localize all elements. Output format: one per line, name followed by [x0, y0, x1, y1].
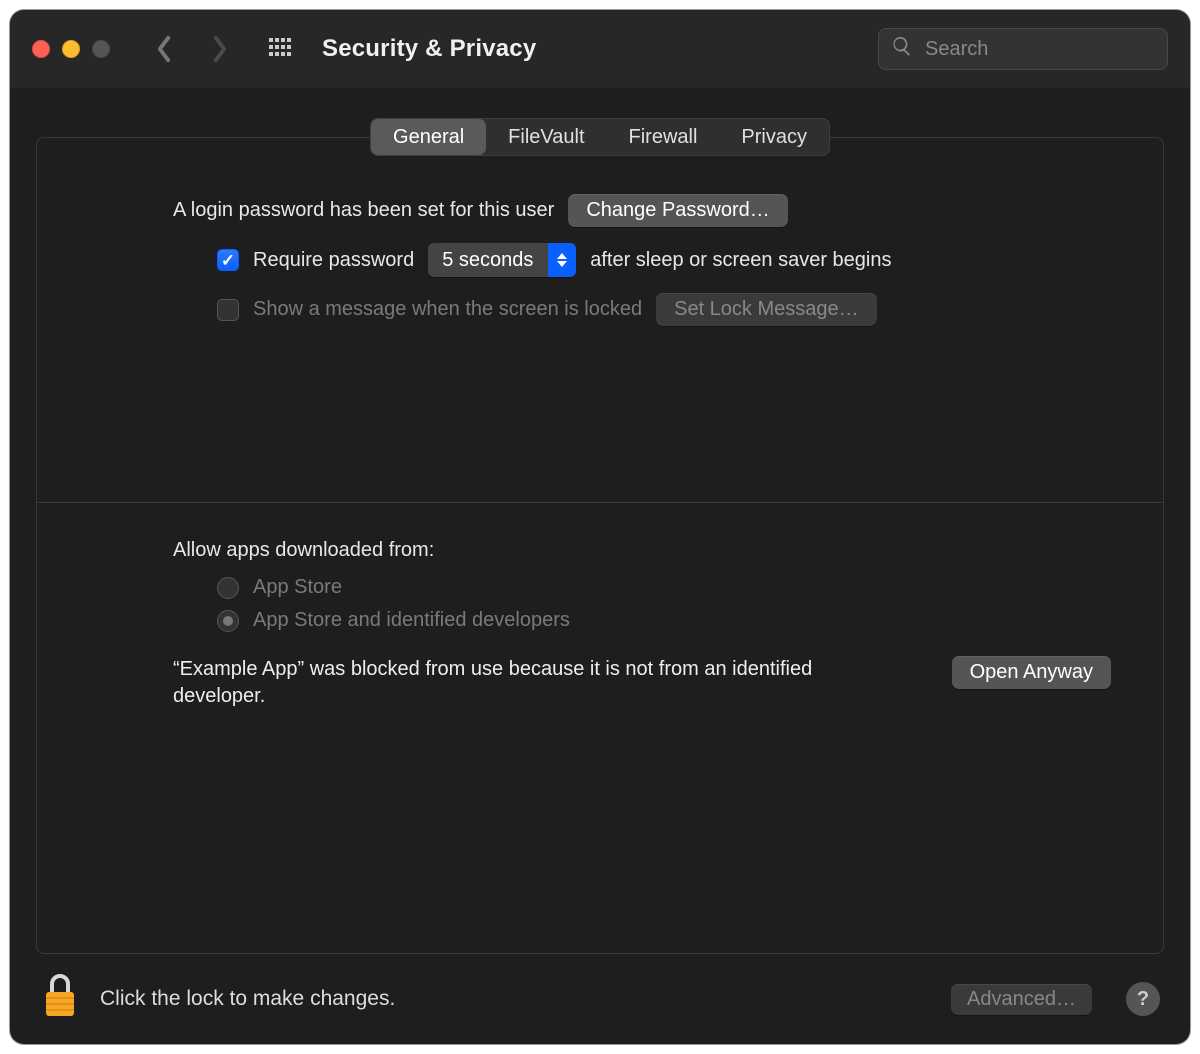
radio-app-store-label: App Store — [253, 576, 342, 599]
help-button[interactable]: ? — [1126, 982, 1160, 1016]
allow-apps-heading: Allow apps downloaded from: — [173, 539, 1111, 562]
tab-privacy[interactable]: Privacy — [719, 119, 829, 155]
zoom-window-button[interactable] — [92, 40, 110, 58]
advanced-button[interactable]: Advanced… — [951, 984, 1092, 1015]
preferences-window: Security & Privacy General FileVault Fir… — [10, 10, 1190, 1044]
forward-button[interactable] — [204, 33, 236, 65]
tab-filevault[interactable]: FileVault — [486, 119, 606, 155]
tab-general[interactable]: General — [371, 119, 486, 155]
blocked-app-message: “Example App” was blocked from use becau… — [173, 656, 823, 710]
show-lock-message-checkbox[interactable] — [217, 299, 239, 321]
radio-app-store-identified-label: App Store and identified developers — [253, 609, 570, 632]
open-anyway-button[interactable]: Open Anyway — [952, 656, 1111, 689]
radio-app-store-identified[interactable] — [217, 610, 239, 632]
toolbar: Security & Privacy — [10, 10, 1190, 88]
footer: Click the lock to make changes. Advanced… — [10, 954, 1190, 1044]
tab-bar: General FileVault Firewall Privacy — [10, 118, 1190, 156]
content-panel: A login password has been set for this u… — [36, 137, 1164, 954]
section-divider — [37, 502, 1163, 503]
search-field[interactable] — [878, 28, 1168, 70]
window-controls — [32, 40, 110, 58]
back-button[interactable] — [148, 33, 180, 65]
window-title: Security & Privacy — [322, 35, 536, 63]
require-password-delay-select[interactable]: 5 seconds — [428, 243, 576, 277]
search-input[interactable] — [923, 37, 1155, 62]
chevron-updown-icon — [548, 243, 576, 277]
require-password-delay-value: 5 seconds — [428, 249, 548, 272]
minimize-window-button[interactable] — [62, 40, 80, 58]
tab-firewall[interactable]: Firewall — [607, 119, 720, 155]
require-password-label: Require password — [253, 249, 414, 272]
after-sleep-label: after sleep or screen saver begins — [590, 249, 891, 272]
lock-icon[interactable] — [40, 972, 80, 1026]
require-password-checkbox[interactable] — [217, 249, 239, 271]
set-lock-message-button[interactable]: Set Lock Message… — [656, 293, 877, 326]
change-password-button[interactable]: Change Password… — [568, 194, 787, 227]
nav-arrows — [148, 33, 236, 65]
close-window-button[interactable] — [32, 40, 50, 58]
lock-hint-text: Click the lock to make changes. — [100, 987, 395, 1011]
search-icon — [891, 35, 913, 63]
radio-app-store[interactable] — [217, 577, 239, 599]
login-password-status: A login password has been set for this u… — [173, 199, 554, 222]
show-all-icon[interactable] — [266, 35, 294, 63]
show-lock-message-label: Show a message when the screen is locked — [253, 298, 642, 321]
